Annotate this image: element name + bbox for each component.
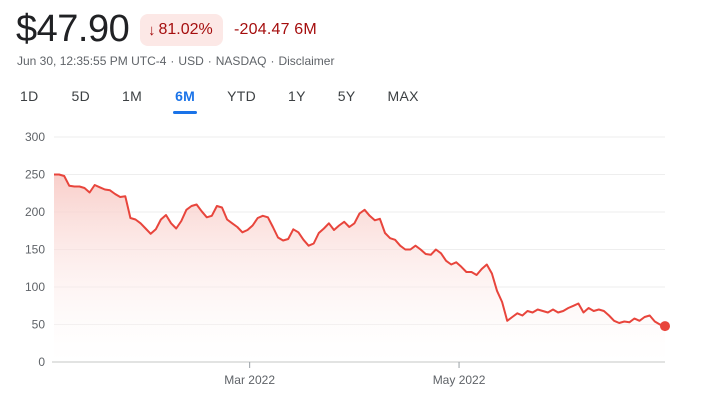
quote-exchange: NASDAQ [215, 54, 267, 68]
y-axis-labels: 0 50 100 150 200 250 300 [25, 130, 45, 369]
y-tick-label: 50 [32, 318, 46, 332]
quote-timestamp: Jun 30, 12:35:55 PM UTC-4 [17, 54, 167, 68]
y-tick-label: 250 [25, 168, 45, 182]
x-tick-label: May 2022 [433, 373, 486, 387]
range-tabs: 1D 5D 1M 6M YTD 1Y 5Y MAX [20, 88, 419, 114]
y-tick-label: 150 [25, 243, 45, 257]
y-tick-label: 100 [25, 280, 45, 294]
meta-separator: · [170, 54, 175, 68]
tab-5d[interactable]: 5D [72, 88, 91, 114]
tab-ytd[interactable]: YTD [227, 88, 256, 114]
price-area [54, 174, 665, 362]
tab-1y[interactable]: 1Y [288, 88, 306, 114]
y-tick-label: 0 [38, 355, 45, 369]
tab-max[interactable]: MAX [388, 88, 419, 114]
meta-separator: · [207, 54, 212, 68]
change-percent-text: 81.02% [158, 21, 213, 38]
tab-1d[interactable]: 1D [20, 88, 39, 114]
meta-separator: · [270, 54, 275, 68]
price-chart: 0 50 100 150 200 250 300 Mar 2022 May 2022 [25, 130, 670, 387]
quote-meta: Jun 30, 12:35:55 PM UTC-4 · USD · NASDAQ… [17, 54, 334, 68]
quote-currency: USD [178, 54, 204, 68]
tab-1m[interactable]: 1M [122, 88, 142, 114]
x-axis-ticks: Mar 2022 May 2022 [224, 362, 486, 387]
last-price-marker [660, 321, 670, 332]
x-tick-label: Mar 2022 [224, 373, 275, 387]
disclaimer-link[interactable]: Disclaimer [278, 54, 334, 68]
arrow-down-icon: ↓ [148, 21, 156, 39]
stock-price: $47.90 [16, 8, 130, 50]
change-absolute: -204.47 6M [234, 21, 317, 38]
tab-5y[interactable]: 5Y [338, 88, 356, 114]
y-tick-label: 200 [25, 205, 45, 219]
y-tick-label: 300 [25, 130, 45, 144]
tab-6m[interactable]: 6M [173, 88, 198, 114]
change-percent-badge: ↓ 81.02% [140, 14, 223, 46]
